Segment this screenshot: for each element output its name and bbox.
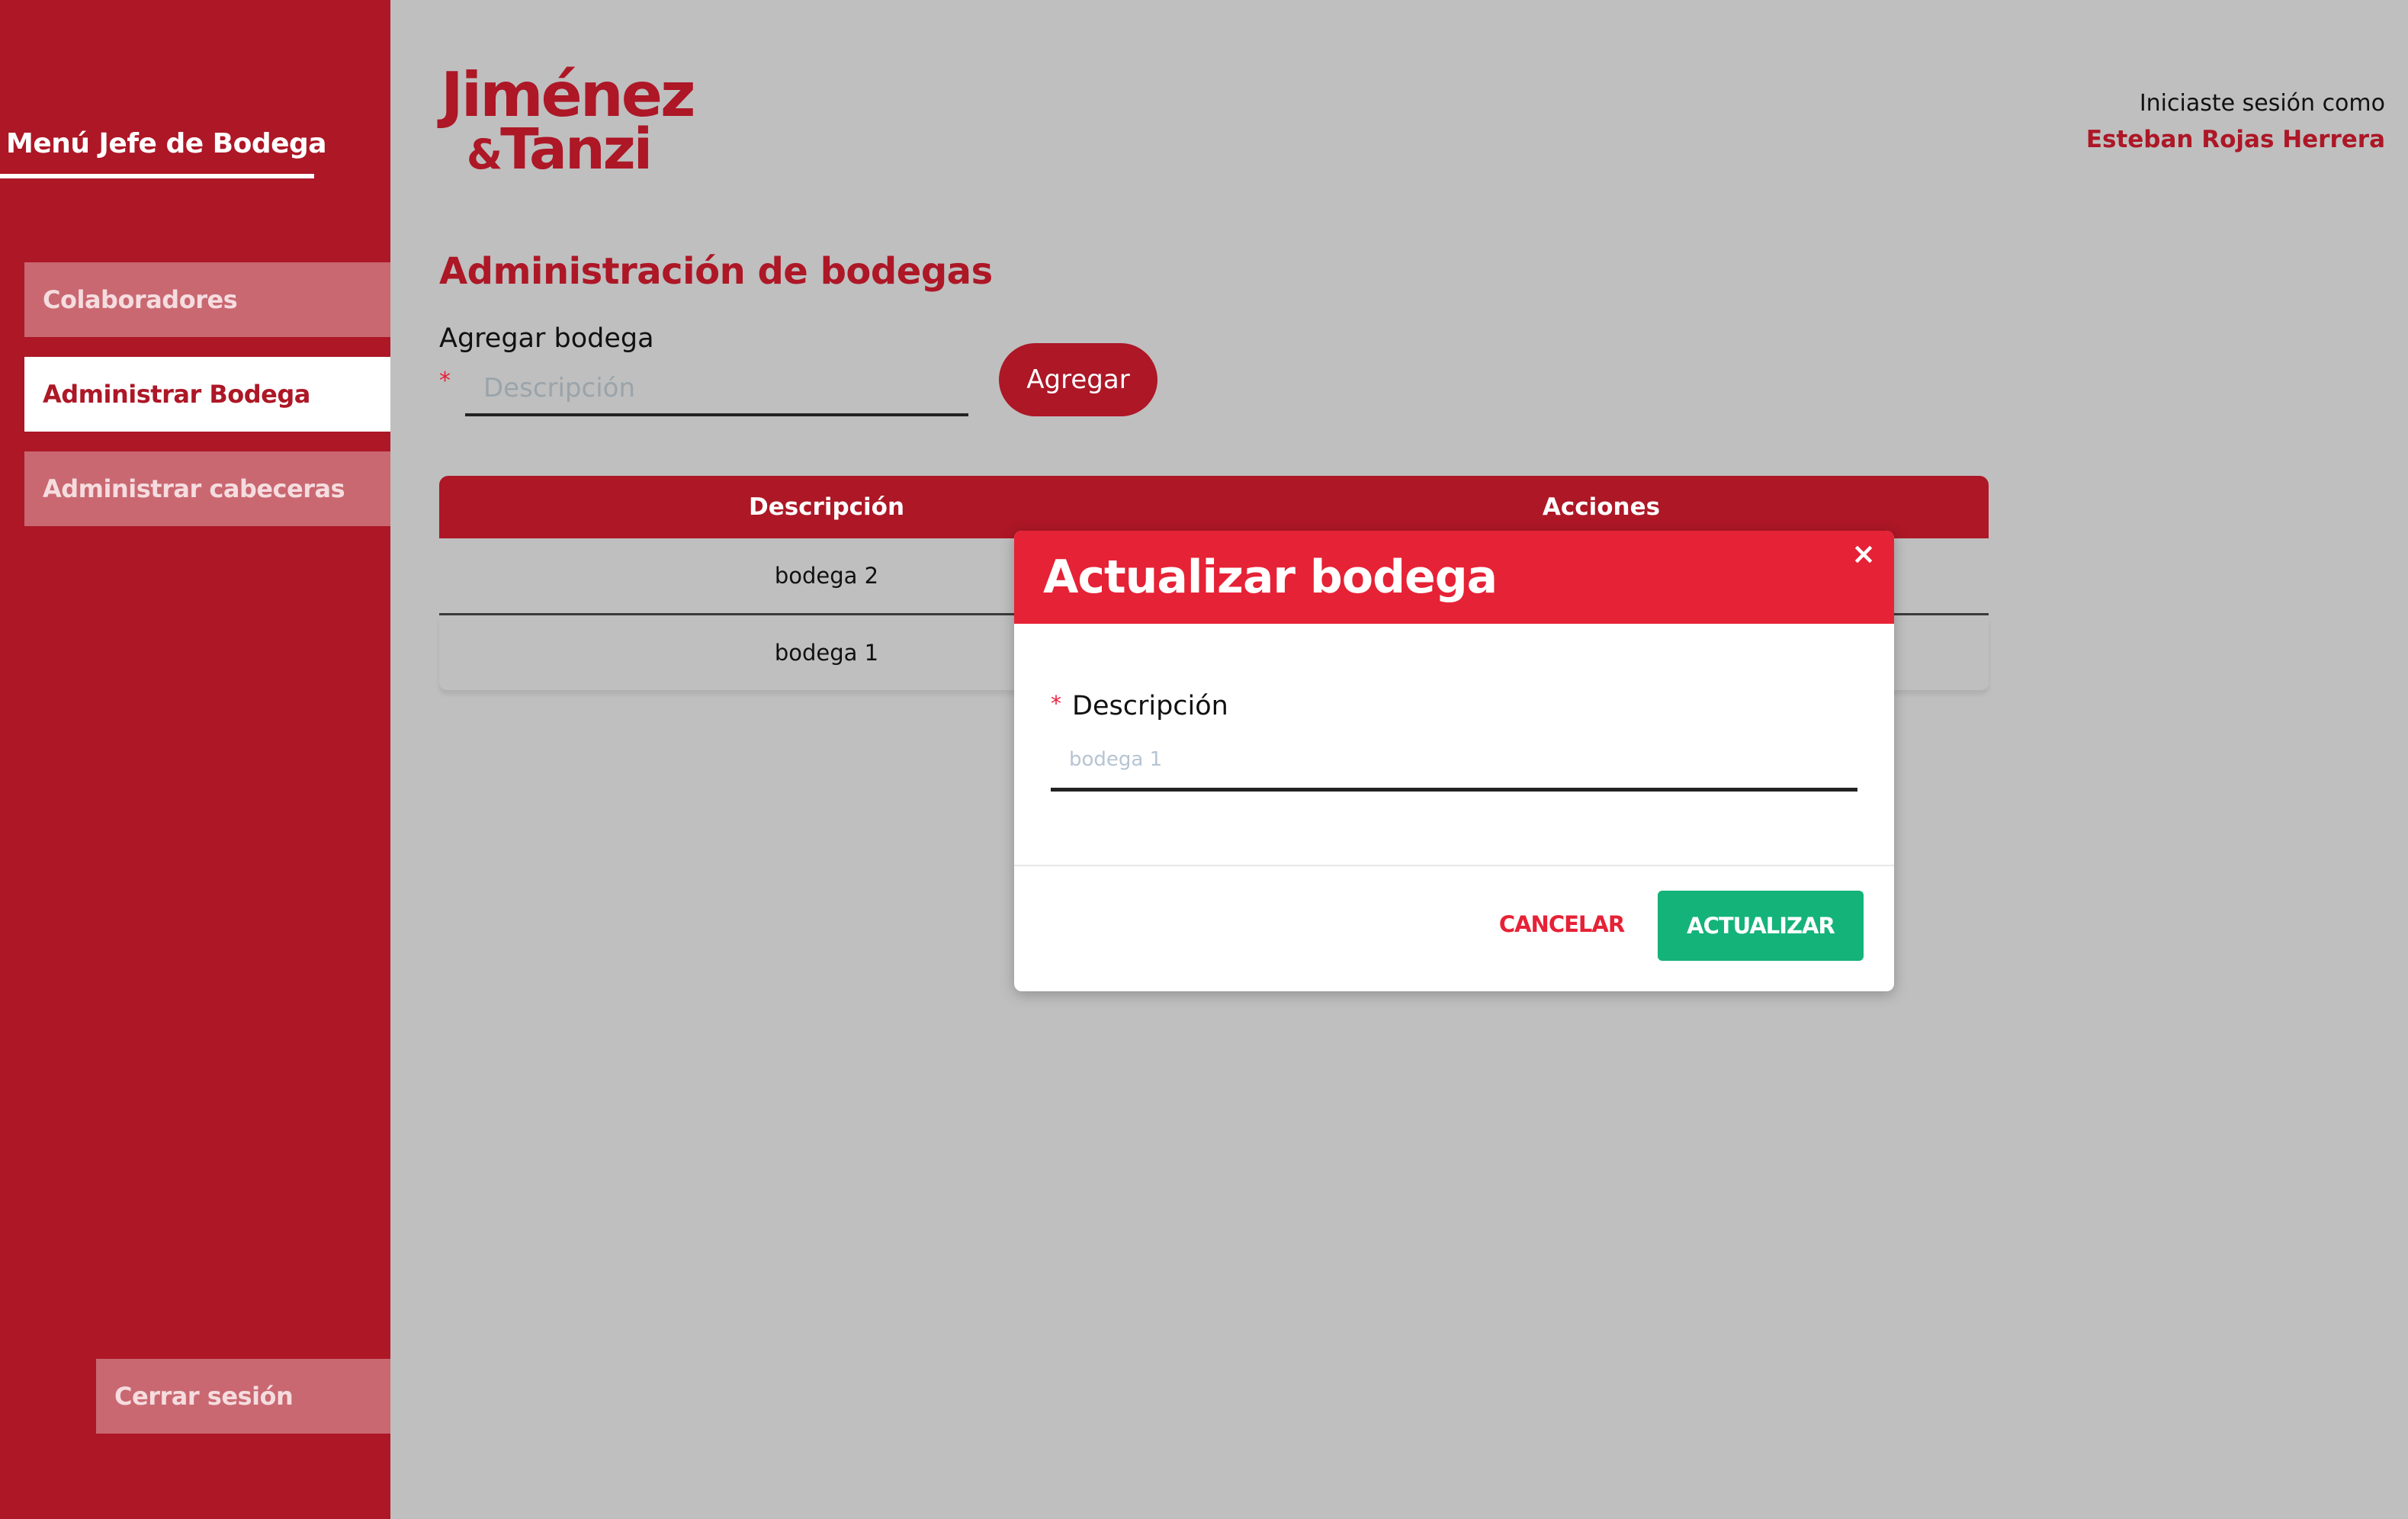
session-user-name: Esteban Rojas Herrera [2085,126,2385,153]
column-header-descripcion: Descripción [748,493,905,521]
sidebar-item-colaboradores[interactable]: Colaboradores [24,262,390,337]
add-bodega-description-input[interactable] [465,363,968,416]
modal-footer-divider [1014,865,1894,866]
required-marker: * [439,368,451,394]
sidebar-item-administrar-bodega[interactable]: Administrar Bodega [24,357,390,432]
add-bodega-button[interactable]: Agregar [999,343,1157,416]
session-label: Iniciaste sesión como [2139,90,2385,117]
modal-title: Actualizar bodega [1043,551,1498,604]
modal-header: Actualizar bodega × [1014,531,1894,624]
logo-line-1: Jiménez [441,59,696,130]
modal-field-label: * Descripción [1051,691,1228,721]
sidebar-item-administrar-cabeceras[interactable]: Administrar cabeceras [24,451,390,526]
required-marker: * [1051,691,1061,716]
table-header: Descripción Acciones [439,476,1989,538]
update-button[interactable]: ACTUALIZAR [1658,891,1864,961]
menu-title-underline [0,174,314,178]
brand-logo: Jiménez &Tanzi [441,59,696,178]
menu-title: Menú Jefe de Bodega [6,128,327,159]
column-header-acciones: Acciones [1542,493,1661,521]
add-bodega-label: Agregar bodega [439,323,654,354]
close-icon[interactable]: × [1851,537,1876,570]
modal-field-label-text: Descripción [1072,691,1228,721]
update-bodega-modal: Actualizar bodega × * Descripción CANCELA… [1014,531,1894,991]
logo-ampersand: & [467,130,502,178]
logo-line-2: &Tanzi [441,121,694,178]
cancel-button[interactable]: CANCELAR [1488,889,1635,959]
page-title: Administración de bodegas [439,250,993,293]
session-info: Iniciaste sesión como Esteban Rojas Herr… [2086,90,2385,153]
logout-button[interactable]: Cerrar sesión [96,1359,390,1434]
modal-description-input[interactable] [1051,731,1857,792]
sidebar: Menú Jefe de Bodega Colaboradores Admini… [0,0,390,1519]
logo-line-2-text: Tanzi [500,116,653,182]
